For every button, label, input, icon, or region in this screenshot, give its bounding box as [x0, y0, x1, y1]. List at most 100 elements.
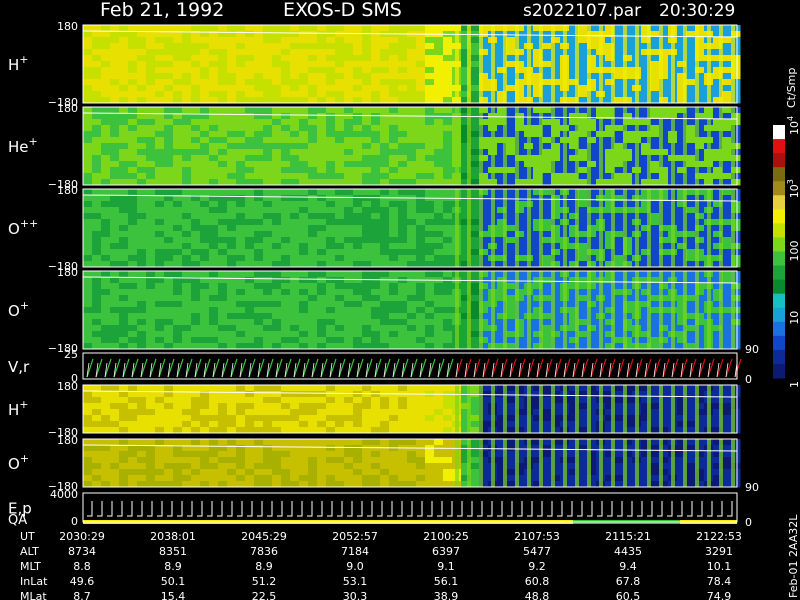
colorbar-swatch [773, 167, 785, 182]
x-tick-label: 5477 [523, 545, 551, 558]
colorbar-swatch [773, 237, 785, 252]
x-tick-label: 22.5 [252, 590, 277, 600]
x-tick-label: 2100:25 [423, 530, 469, 543]
panel-group: H+180−180He+180−180O++180−180O+180−180 90… [8, 20, 759, 529]
x-tick-label: 2115:21 [605, 530, 651, 543]
x-tick-label: 7184 [341, 545, 369, 558]
colorbar: 104 103 100 10 1 [773, 116, 800, 388]
y-tick-top: 180 [57, 380, 78, 393]
x-tick-label: 8.9 [255, 560, 273, 573]
x-tick-label: 10.1 [707, 560, 732, 573]
colorbar-swatch [773, 293, 785, 309]
right-tick: 90 [745, 481, 759, 494]
y-tick-top: 180 [57, 184, 78, 197]
footer-rotated-text: Feb-01 2AA32L [787, 514, 800, 598]
colorbar-tick-label: 10 [788, 311, 800, 325]
x-tick-label: 2030:29 [59, 530, 105, 543]
x-tick-label: 2107:53 [514, 530, 560, 543]
x-tick-label: 60.8 [525, 575, 550, 588]
x-tick-label: 9.4 [619, 560, 637, 573]
panel-label: H+ [8, 53, 29, 74]
panel-he-plus: He+180−180 [8, 102, 741, 191]
y-tick-top: 4000 [50, 488, 78, 501]
x-tick-label: 3291 [705, 545, 733, 558]
panel-label: O+ [8, 299, 29, 320]
x-tick-label: 15.4 [161, 590, 186, 600]
x-row-label: MLT [20, 560, 41, 573]
panel-ep-qa: E,pQA40000 0 [8, 488, 752, 529]
panel-h-plus: H+180−180 [8, 20, 741, 109]
x-tick-label: 8.9 [164, 560, 182, 573]
colorbar-swatch [773, 139, 785, 154]
colorbar-swatch [773, 335, 785, 351]
x-tick-label: 49.6 [70, 575, 95, 588]
x-tick-label: 2122:53 [696, 530, 742, 543]
panel-h-plus-2: H+180−180 [8, 380, 741, 439]
panel-label: H+ [8, 398, 29, 419]
x-tick-label: 2038:01 [150, 530, 196, 543]
x-tick-label: 74.9 [707, 590, 732, 600]
y-tick-top: 180 [57, 102, 78, 115]
panel-o-plus-plus: O++180−180 [8, 184, 741, 273]
x-tick-label: 9.0 [346, 560, 364, 573]
x-tick-label: 78.4 [707, 575, 732, 588]
colorbar-swatch [773, 195, 785, 210]
panel-label: O+ [8, 452, 29, 473]
header-instrument: EXOS-D SMS [283, 0, 402, 21]
colorbar-unit-label: Ct/Smp [785, 68, 798, 108]
x-tick-label: 2045:29 [241, 530, 287, 543]
y-tick-top: 25 [64, 348, 78, 361]
right-tick: 90 [745, 343, 759, 356]
panel-label-2: QA [8, 513, 27, 528]
colorbar-tick-label: 103 [786, 179, 800, 198]
x-tick-label: 8.8 [73, 560, 91, 573]
sms-plot: Feb 21, 1992 EXOS-D SMS s2022107.par 20:… [8, 0, 800, 600]
x-tick-label: 51.2 [252, 575, 277, 588]
colorbar-swatch [773, 125, 785, 140]
y-tick-top: 180 [57, 20, 78, 33]
header-time: 20:30:29 [659, 1, 735, 21]
colorbar-swatch [773, 223, 785, 238]
x-tick-label: 4435 [614, 545, 642, 558]
colorbar-swatch [773, 209, 785, 224]
colorbar-swatch [773, 265, 785, 281]
panel-label: O++ [8, 217, 38, 238]
colorbar-swatch [773, 251, 785, 267]
x-tick-label: 6397 [432, 545, 460, 558]
y-tick-top: 180 [57, 266, 78, 279]
colorbar-swatch [773, 279, 785, 295]
right-tick: 0 [745, 373, 752, 386]
colorbar-swatch [773, 349, 785, 365]
colorbar-swatch [773, 153, 785, 168]
x-tick-label: 8734 [68, 545, 96, 558]
x-tick-label: 53.1 [343, 575, 368, 588]
x-tick-label: 48.8 [525, 590, 550, 600]
x-tick-label: 9.2 [528, 560, 546, 573]
right-tick: 0 [745, 516, 752, 529]
x-row-label: InLat [20, 575, 48, 588]
x-tick-label: 50.1 [161, 575, 186, 588]
x-row-label: MLat [20, 590, 47, 600]
header-date: Feb 21, 1992 [100, 0, 224, 21]
colorbar-tick-label: 104 [786, 116, 800, 135]
panel-label: He+ [8, 135, 38, 156]
colorbar-swatch [773, 363, 785, 379]
panel-o-plus: O+180−180 90 [8, 266, 759, 356]
colorbar-swatch [773, 321, 785, 337]
panel-vr: V,r250 0 [8, 348, 752, 386]
panel-label: V,r [8, 358, 30, 376]
header-file: s2022107.par [523, 1, 641, 21]
panel-o-plus-2: O+180−180 90 [8, 434, 759, 494]
x-tick-label: 2052:57 [332, 530, 378, 543]
x-axis-table: UT 2030:29 2038:01 2045:29 2052:57 2100:25 210… [20, 530, 742, 600]
x-row-label: UT [20, 530, 35, 543]
x-tick-label: 9.1 [437, 560, 455, 573]
colorbar-swatch [773, 181, 785, 196]
y-tick-bottom: 0 [71, 515, 78, 528]
x-tick-label: 7836 [250, 545, 278, 558]
x-tick-label: 38.9 [434, 590, 459, 600]
x-tick-label: 30.3 [343, 590, 368, 600]
x-tick-label: 67.8 [616, 575, 641, 588]
x-row-label: ALT [20, 545, 39, 558]
x-tick-label: 56.1 [434, 575, 459, 588]
